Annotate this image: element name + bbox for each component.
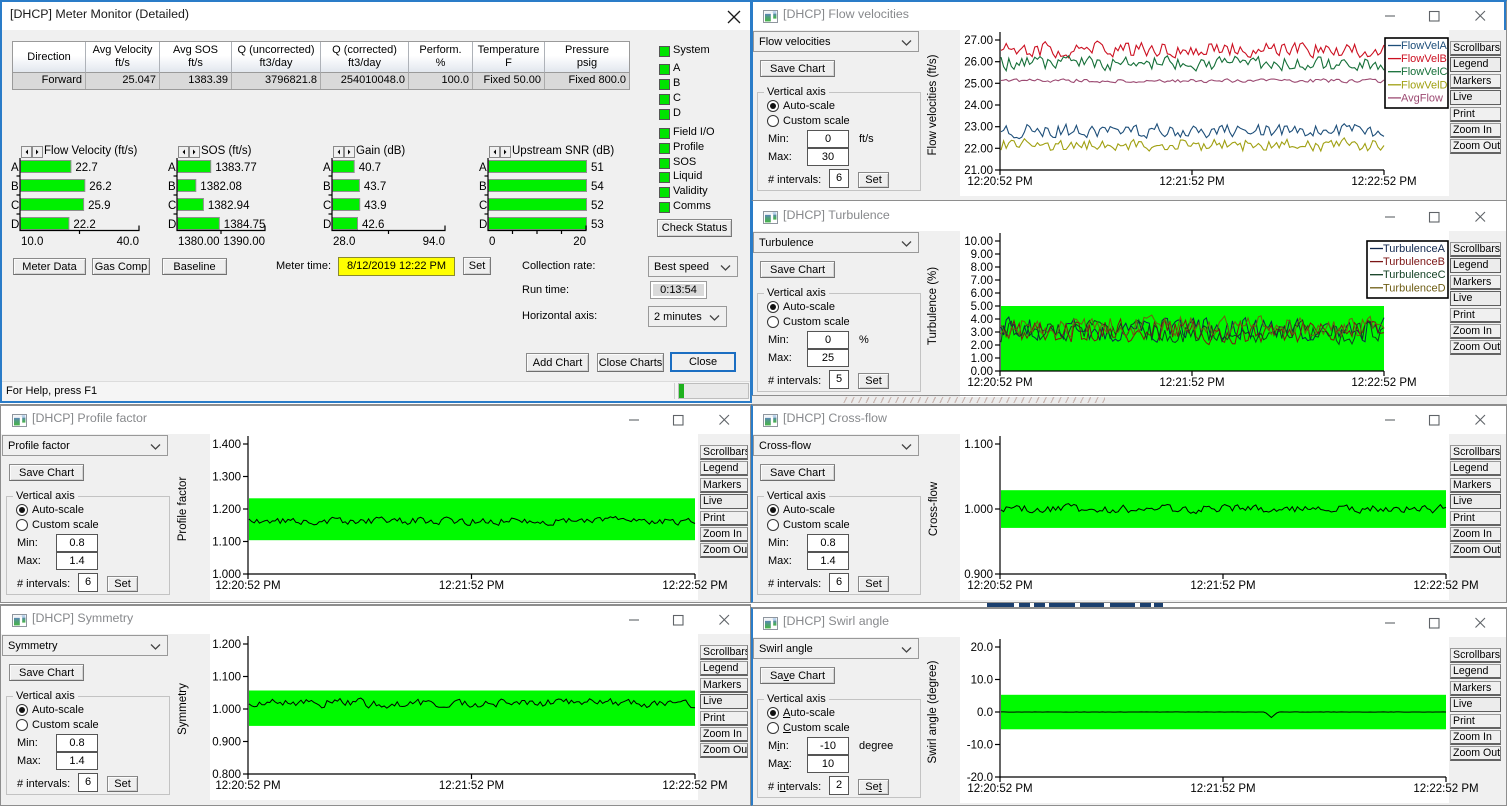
svg-text:12:20:52 PM: 12:20:52 PM (967, 580, 1032, 592)
svg-text:AvgFlow: AvgFlow (1401, 92, 1443, 104)
svg-text:TurbulenceD: TurbulenceD (1383, 282, 1446, 294)
svg-text:Symmetry: Symmetry (177, 683, 189, 735)
svg-text:-10.0: -10.0 (967, 740, 993, 752)
svg-text:12:22:52 PM: 12:22:52 PM (662, 580, 727, 592)
svg-text:51: 51 (591, 162, 604, 174)
svg-text:1.400: 1.400 (212, 439, 241, 451)
svg-text:0.900: 0.900 (212, 737, 241, 749)
svg-text:0.0: 0.0 (977, 707, 993, 719)
svg-text:Turbulence (%): Turbulence (%) (927, 267, 939, 345)
svg-text:12:20:52 PM: 12:20:52 PM (215, 580, 280, 592)
svg-text:C: C (479, 200, 487, 212)
svg-text:4.00: 4.00 (971, 314, 993, 326)
svg-text:A: A (479, 162, 487, 174)
svg-text:26.00: 26.00 (964, 57, 993, 69)
svg-text:12:21:52 PM: 12:21:52 PM (1190, 783, 1255, 795)
svg-text:12:21:52 PM: 12:21:52 PM (1190, 580, 1255, 592)
svg-text:8.00: 8.00 (971, 262, 993, 274)
svg-text:12:22:52 PM: 12:22:52 PM (1413, 783, 1478, 795)
svg-text:12:22:52 PM: 12:22:52 PM (1413, 580, 1478, 592)
svg-text:10.00: 10.00 (964, 236, 993, 248)
svg-text:TurbulenceA: TurbulenceA (1383, 243, 1446, 255)
svg-text:12:21:52 PM: 12:21:52 PM (439, 780, 504, 792)
svg-text:52: 52 (591, 200, 604, 212)
svg-text:12:22:52 PM: 12:22:52 PM (1351, 377, 1416, 389)
svg-text:FlowVelA: FlowVelA (1401, 40, 1448, 52)
svg-text:5.00: 5.00 (971, 301, 993, 313)
svg-text:Swirl angle (degree): Swirl angle (degree) (927, 660, 939, 763)
svg-text:Profile factor: Profile factor (177, 477, 189, 542)
svg-text:TurbulenceB: TurbulenceB (1383, 256, 1445, 268)
svg-text:7.00: 7.00 (971, 275, 993, 287)
svg-text:20.0: 20.0 (971, 642, 993, 654)
svg-text:2.00: 2.00 (971, 340, 993, 352)
svg-text:22.00: 22.00 (964, 143, 993, 155)
svg-text:1.100: 1.100 (964, 439, 993, 451)
svg-text:B: B (479, 181, 487, 193)
svg-text:Cross-flow: Cross-flow (928, 481, 940, 536)
svg-text:9.00: 9.00 (971, 249, 993, 261)
svg-text:FlowVelB: FlowVelB (1401, 53, 1447, 65)
svg-text:12:22:52 PM: 12:22:52 PM (1351, 176, 1416, 188)
svg-text:54: 54 (591, 181, 604, 193)
svg-text:53: 53 (591, 219, 604, 231)
svg-text:Flow velocities (ft/s): Flow velocities (ft/s) (927, 54, 939, 155)
svg-text:12:20:52 PM: 12:20:52 PM (967, 783, 1032, 795)
svg-text:12:20:52 PM: 12:20:52 PM (215, 780, 280, 792)
svg-text:D: D (479, 219, 487, 231)
svg-text:1.100: 1.100 (212, 672, 241, 684)
svg-text:FlowVelC: FlowVelC (1401, 66, 1448, 78)
svg-text:12:21:52 PM: 12:21:52 PM (1159, 377, 1224, 389)
svg-text:10.0: 10.0 (971, 675, 993, 687)
svg-text:1.00: 1.00 (971, 353, 993, 365)
svg-text:1.200: 1.200 (212, 504, 241, 516)
svg-text:TurbulenceC: TurbulenceC (1383, 269, 1446, 281)
svg-text:FlowVelD: FlowVelD (1401, 79, 1448, 91)
svg-text:12:20:52 PM: 12:20:52 PM (967, 377, 1032, 389)
svg-text:23.00: 23.00 (964, 122, 993, 134)
svg-text:27.00: 27.00 (964, 35, 993, 47)
svg-text:12:21:52 PM: 12:21:52 PM (1159, 176, 1224, 188)
svg-text:1.300: 1.300 (212, 472, 241, 484)
svg-text:1.200: 1.200 (212, 639, 241, 651)
svg-text:1.100: 1.100 (212, 537, 241, 549)
svg-text:12:20:52 PM: 12:20:52 PM (967, 176, 1032, 188)
svg-text:6.00: 6.00 (971, 288, 993, 300)
svg-text:25.00: 25.00 (964, 78, 993, 90)
svg-text:12:22:52 PM: 12:22:52 PM (662, 780, 727, 792)
svg-text:12:21:52 PM: 12:21:52 PM (439, 580, 504, 592)
svg-text:24.00: 24.00 (964, 100, 993, 112)
svg-text:3.00: 3.00 (971, 327, 993, 339)
svg-text:20: 20 (573, 236, 586, 248)
svg-text:1.000: 1.000 (964, 504, 993, 516)
svg-text:1.000: 1.000 (212, 704, 241, 716)
svg-text:0: 0 (489, 236, 495, 248)
